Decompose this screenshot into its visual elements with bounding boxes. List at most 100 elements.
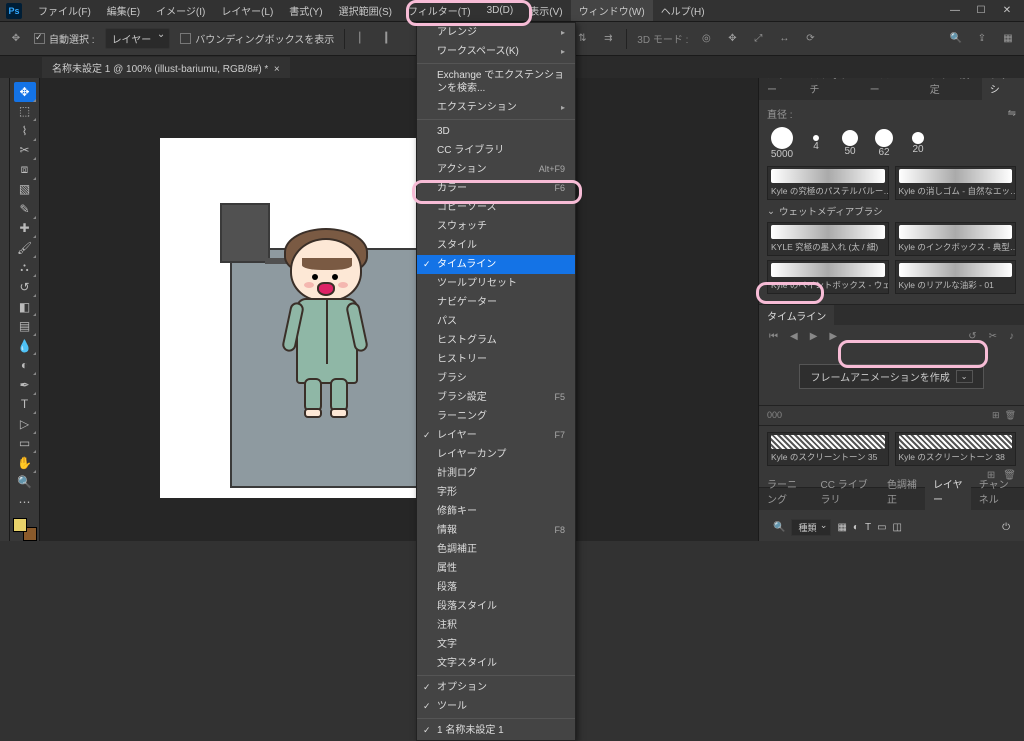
menu-tool-presets[interactable]: ツールプリセット [417, 274, 575, 293]
layer-filter-icon[interactable]: 🔍 [773, 522, 785, 533]
menu-doc-1[interactable]: 1 名称未設定 1 [417, 721, 575, 740]
align-left-icon[interactable]: ▏ [355, 31, 371, 47]
brush-item[interactable]: Kyle のスクリーントーン 35 [767, 432, 889, 466]
filter-pixel-icon[interactable]: ▦ [837, 522, 846, 533]
threeD-dolly-icon[interactable]: ⤢ [750, 31, 766, 47]
auto-select-checkbox[interactable]: 自動選択 : [34, 31, 95, 46]
menu-filter[interactable]: フィルター(T) [400, 0, 479, 21]
brush-preset[interactable]: 4 [801, 127, 831, 160]
menu-options[interactable]: オプション [417, 678, 575, 697]
menu-color-adjust[interactable]: 色調補正 [417, 540, 575, 559]
menu-color-panel[interactable]: カラーF6 [417, 179, 575, 198]
timeline-first-frame-icon[interactable]: ⏮ [769, 331, 778, 342]
canvas-area[interactable] [40, 78, 758, 541]
edit-toolbar[interactable]: ⋯ [14, 492, 36, 512]
layer-filter-kind[interactable]: 種類 [791, 519, 831, 536]
menu-extensions[interactable]: エクステンション [417, 98, 575, 117]
menu-copy-source[interactable]: コピーソース [417, 198, 575, 217]
crop-tool[interactable]: ⧈ [14, 160, 36, 180]
timeline-split-icon[interactable]: ✂ [989, 331, 997, 342]
menu-workspace[interactable]: ワークスペース(K) [417, 42, 575, 61]
menu-select[interactable]: 選択範囲(S) [331, 0, 400, 21]
menu-type[interactable]: 書式(Y) [281, 0, 330, 21]
type-tool[interactable]: T [14, 395, 36, 415]
menu-tools[interactable]: ツール [417, 697, 575, 716]
threeD-slide-icon[interactable]: ↔ [776, 31, 792, 47]
tab-adjustments[interactable]: 色調補正 [879, 472, 925, 510]
menu-paths[interactable]: パス [417, 312, 575, 331]
timeline-tween-icon[interactable]: ↺ [968, 331, 976, 342]
menu-notes[interactable]: 注釈 [417, 616, 575, 635]
brush-preset[interactable]: 62 [869, 127, 899, 160]
menu-properties[interactable]: 属性 [417, 559, 575, 578]
timeline-trash-icon[interactable]: 🗑 [1005, 410, 1016, 420]
menu-timeline[interactable]: タイムライン [417, 255, 575, 274]
menu-exchange[interactable]: Exchange でエクステンションを検索... [417, 66, 575, 98]
menu-history[interactable]: ヒストリー [417, 350, 575, 369]
menu-image[interactable]: イメージ(I) [148, 0, 213, 21]
create-frame-animation-button[interactable]: フレームアニメーションを作成 ⌄ [799, 364, 983, 389]
flip-icon[interactable]: ⇋ [1008, 108, 1016, 119]
menu-layer[interactable]: レイヤー(L) [213, 0, 281, 21]
path-select-tool[interactable]: ▷ [14, 414, 36, 434]
auto-select-mode-dropdown[interactable]: レイヤー [105, 28, 171, 49]
tab-timeline[interactable]: タイムライン [759, 305, 834, 325]
threeD-pan-icon[interactable]: ✥ [724, 31, 740, 47]
menu-arrange[interactable]: アレンジ [417, 23, 575, 42]
brush-preset[interactable]: 5000 [767, 127, 797, 160]
minimize-button[interactable]: — [944, 5, 966, 16]
brush-group-wet-media[interactable]: ウェットメディアブラシ [767, 204, 1016, 218]
menu-histogram[interactable]: ヒストグラム [417, 331, 575, 350]
eyedropper-tool[interactable]: ✎ [14, 199, 36, 219]
filter-type-icon[interactable]: T [865, 522, 871, 533]
filter-smart-icon[interactable]: ◫ [893, 522, 902, 533]
timeline-next-frame-icon[interactable]: ▶ [829, 331, 837, 342]
menu-help[interactable]: ヘルプ(H) [653, 0, 713, 21]
menu-brush[interactable]: ブラシ [417, 369, 575, 388]
healing-tool[interactable]: ✚ [14, 219, 36, 239]
menu-edit[interactable]: 編集(E) [99, 0, 148, 21]
panel-collapse-strip[interactable] [0, 78, 10, 541]
menu-info[interactable]: 情報F8 [417, 521, 575, 540]
menu-brush-settings[interactable]: ブラシ設定F5 [417, 388, 575, 407]
tab-history[interactable]: ヒストリー [862, 78, 922, 100]
pen-tool[interactable]: ✒ [14, 375, 36, 395]
tab-channels[interactable]: チャンネル [971, 472, 1024, 510]
menu-swatches[interactable]: スウォッチ [417, 217, 575, 236]
timeline-prev-frame-icon[interactable]: ◀ [790, 331, 798, 342]
menu-paragraph[interactable]: 段落 [417, 578, 575, 597]
blur-tool[interactable]: 💧 [14, 336, 36, 356]
brush-item[interactable]: Kyle のインクボックス - 典型… [895, 222, 1017, 256]
menu-file[interactable]: ファイル(F) [30, 0, 99, 21]
distribute-b-icon[interactable]: ⇅ [574, 31, 590, 47]
filter-shape-icon[interactable]: ▭ [877, 522, 886, 533]
timeline-play-icon[interactable]: ▶ [810, 331, 818, 342]
filter-adjustment-icon[interactable]: ◐ [853, 522, 859, 533]
tab-layers[interactable]: レイヤー [925, 472, 971, 510]
workspace-icon[interactable]: ▦ [1000, 31, 1016, 47]
tab-brush-settings[interactable]: ブラシ設定 [922, 78, 982, 100]
menu-actions[interactable]: アクションAlt+F9 [417, 160, 575, 179]
tab-cc-library[interactable]: CC ライブラリ [813, 472, 879, 510]
tab-learning[interactable]: ラーニング [759, 472, 813, 510]
threeD-rotate-icon[interactable]: ⟳ [802, 31, 818, 47]
menu-char-style[interactable]: 文字スタイル [417, 654, 575, 673]
threeD-orbit-icon[interactable]: ◎ [698, 31, 714, 47]
shape-tool[interactable]: ▭ [14, 434, 36, 454]
tab-brush[interactable]: ブラシ [982, 78, 1024, 100]
lasso-tool[interactable]: ⌇ [14, 121, 36, 141]
menu-layer-comp[interactable]: レイヤーカンプ [417, 445, 575, 464]
show-bounds-checkbox[interactable]: バウンディングボックスを表示 [180, 31, 334, 46]
menu-glyphs[interactable]: 字形 [417, 483, 575, 502]
history-brush-tool[interactable]: ↺ [14, 277, 36, 297]
menu-styles[interactable]: スタイル [417, 236, 575, 255]
marquee-tool[interactable]: ⬚ [14, 102, 36, 122]
menu-cc-library[interactable]: CC ライブラリ [417, 141, 575, 160]
share-icon[interactable]: ⇪ [974, 31, 990, 47]
timeline-convert-icon[interactable]: ⊞ [992, 410, 1000, 420]
color-swatches[interactable] [13, 518, 37, 541]
brush-item[interactable]: Kyle のスクリーントーン 38 [895, 432, 1017, 466]
tab-color[interactable]: カラー [759, 78, 801, 100]
distribute-c-icon[interactable]: ⇉ [600, 31, 616, 47]
search-icon[interactable]: 🔍 [948, 31, 964, 47]
